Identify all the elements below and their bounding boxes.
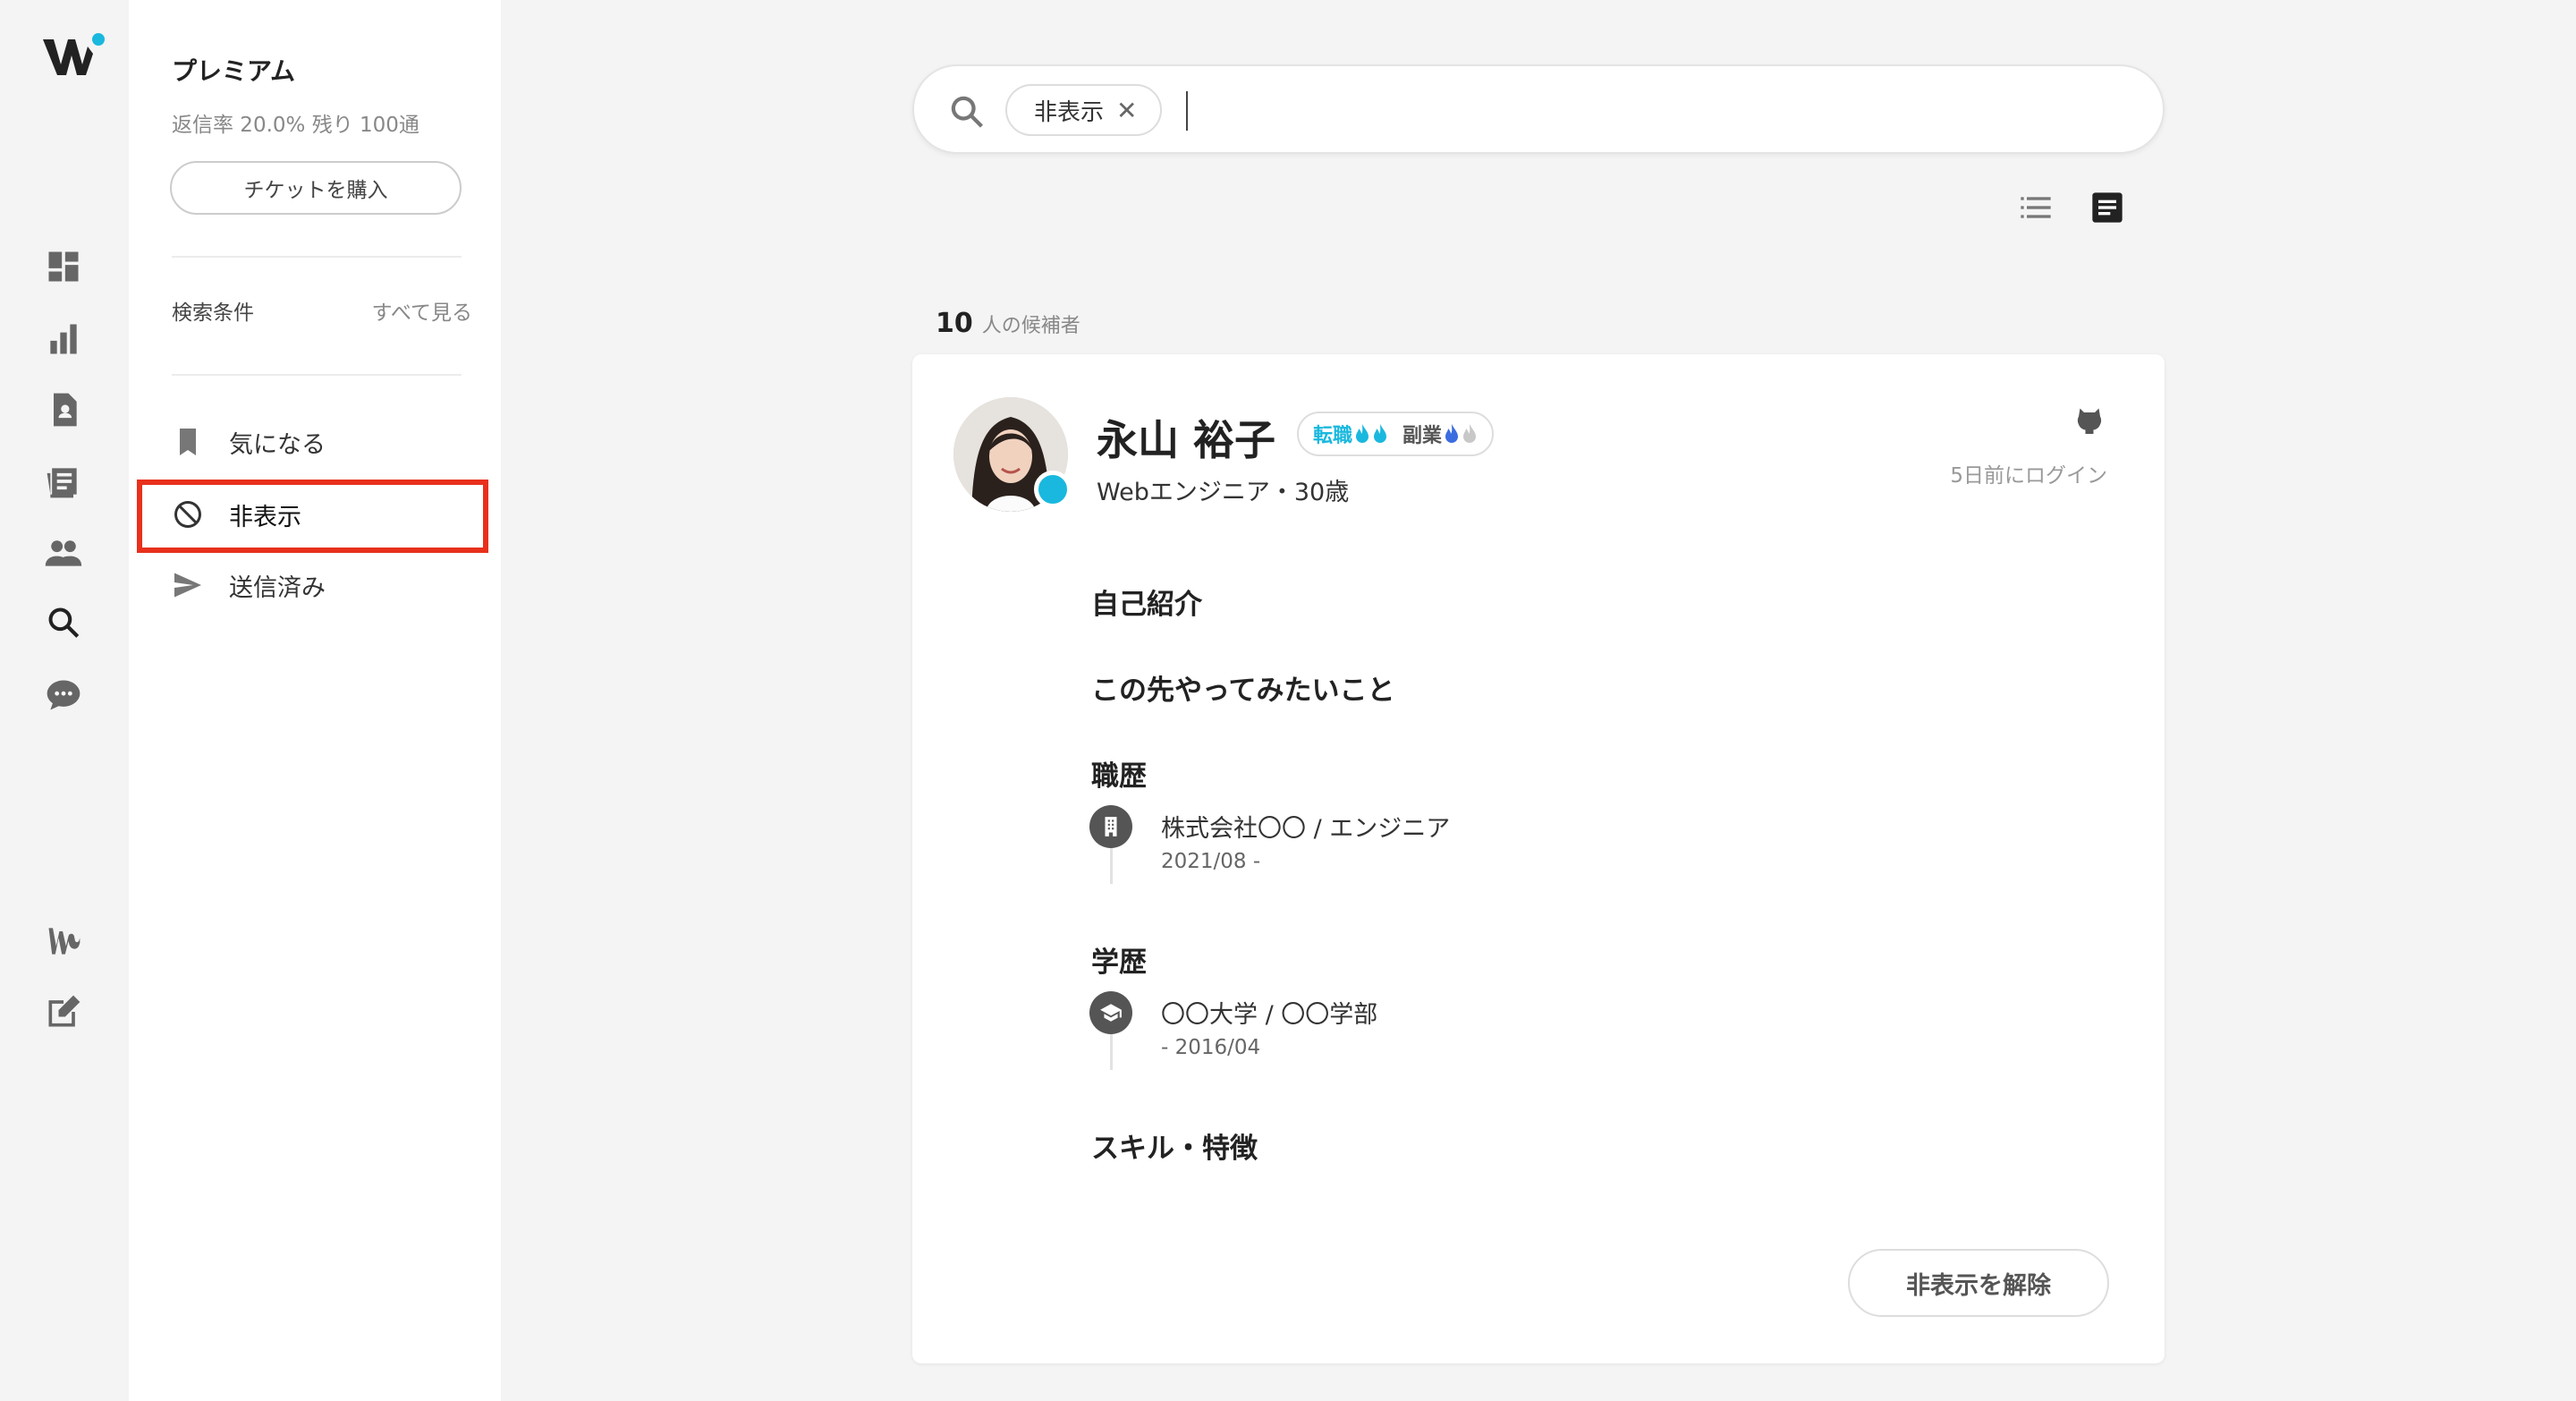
text-caret: [1186, 91, 1188, 131]
divider: [172, 256, 462, 258]
bookmark-icon: [180, 429, 196, 455]
unhide-button[interactable]: 非表示を解除: [1848, 1249, 2109, 1317]
send-icon: [174, 573, 201, 598]
flame-icon: [1356, 424, 1369, 443]
github-icon[interactable]: [2073, 404, 2106, 437]
w-brand-icon[interactable]: [41, 919, 86, 964]
side-job-label: 副業: [1402, 425, 1443, 447]
online-status-dot: [1034, 471, 1072, 508]
edit-icon[interactable]: [41, 989, 86, 1034]
sidebar-item-label: 気になる: [229, 430, 326, 459]
candidate-name: 永山 裕子: [1097, 416, 1276, 464]
icon-rail: [0, 0, 129, 1401]
search-bar[interactable]: 非表示 ✕: [912, 64, 2165, 154]
buy-ticket-button[interactable]: チケットを購入: [170, 161, 462, 215]
building-icon: [1089, 805, 1132, 848]
chat-icon[interactable]: [41, 673, 86, 717]
filter-sidebar: プレミアム 返信率 20.0% 残り 100通 チケットを購入 検索条件 すべて…: [129, 0, 501, 1401]
candidate-card[interactable]: 永山 裕子 転職 副業 Webエンジニア・30歳 5日前にログイン 自己紹介 こ…: [912, 354, 2165, 1363]
career-change-label: 転職: [1313, 425, 1353, 447]
flame-icon: [1374, 424, 1387, 443]
section-skills: スキル・特徴: [1091, 1133, 1258, 1165]
plan-stats: 返信率 20.0% 残り 100通: [172, 114, 419, 137]
education-entry-title: 〇〇大学 / 〇〇学部: [1161, 1001, 1378, 1029]
last-login: 5日前にログイン: [1950, 464, 2107, 488]
result-count-suffix: 人の候補者: [981, 315, 1080, 337]
app-logo[interactable]: [41, 32, 106, 82]
sidebar-item-favorites[interactable]: 気になる: [172, 415, 467, 469]
search-icon[interactable]: [41, 600, 86, 645]
section-education: 学歴: [1091, 947, 1147, 979]
sidebar-item-label: 送信済み: [229, 573, 326, 602]
flame-icon: [1463, 424, 1477, 443]
result-count-number: 10: [936, 308, 973, 339]
graduation-cap-icon: [1089, 991, 1132, 1034]
selection-highlight: [137, 480, 488, 553]
list-view-icon[interactable]: [2018, 190, 2054, 225]
education-entry-date: - 2016/04: [1161, 1036, 1261, 1059]
timeline-line: [1110, 1034, 1113, 1070]
article-icon[interactable]: [41, 459, 86, 504]
intent-badge: 転職 副業: [1297, 412, 1495, 456]
section-future: この先やってみたいこと: [1091, 675, 1395, 707]
see-all-link[interactable]: すべて見る: [372, 295, 472, 326]
result-count: 10 人の候補者: [936, 308, 1080, 339]
divider: [172, 374, 462, 376]
work-entry-title: 株式会社〇〇 / エンジニア: [1161, 815, 1451, 843]
search-conditions-label: 検索条件: [172, 301, 254, 325]
contact-card-icon[interactable]: [41, 387, 86, 432]
candidate-role: Webエンジニア・30歳: [1097, 479, 1350, 506]
timeline-line: [1110, 848, 1113, 884]
section-intro: 自己紹介: [1091, 589, 1202, 621]
card-view-icon[interactable]: [2089, 190, 2125, 225]
section-work-history: 職歴: [1091, 760, 1147, 793]
search-icon: [951, 96, 984, 128]
plan-title: プレミアム: [172, 56, 296, 86]
close-icon[interactable]: ✕: [1116, 96, 1137, 125]
dashboard-icon[interactable]: [41, 244, 86, 289]
flame-icon: [1445, 424, 1459, 443]
bar-chart-icon[interactable]: [41, 317, 86, 361]
sidebar-item-sent[interactable]: 送信済み: [172, 558, 467, 612]
people-icon[interactable]: [41, 531, 86, 575]
filter-chip-label: 非表示: [1034, 98, 1105, 126]
work-entry-date: 2021/08 -: [1161, 850, 1261, 873]
filter-chip[interactable]: 非表示 ✕: [1005, 84, 1163, 136]
